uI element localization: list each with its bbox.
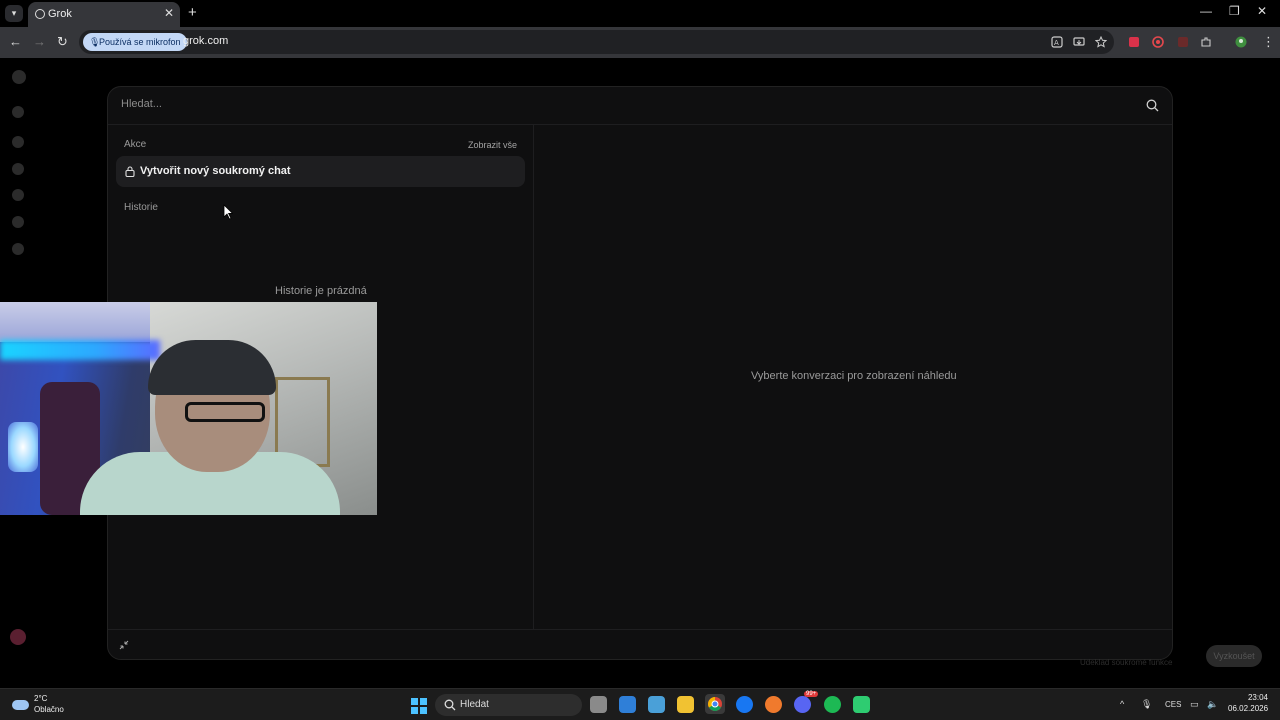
grok-favicon-icon <box>35 9 45 19</box>
new-tab-button[interactable]: + <box>188 4 197 21</box>
grok-logo-icon[interactable] <box>12 70 26 84</box>
user-avatar[interactable] <box>10 629 26 645</box>
new-private-chat-button[interactable]: Vytvořit nový soukromý chat <box>116 156 525 187</box>
file-explorer-icon[interactable] <box>677 696 694 713</box>
actions-heading: Akce <box>124 139 147 150</box>
forward-button[interactable]: → <box>33 34 46 49</box>
tray-microphone-icon[interactable]: 🎙 <box>1141 699 1152 710</box>
collapse-icon[interactable] <box>119 640 129 650</box>
preview-placeholder: Vyberte konverzaci pro zobrazení náhledu <box>751 370 957 382</box>
history-heading: Historie <box>124 202 158 213</box>
volume-icon[interactable]: 🔈 <box>1207 699 1218 710</box>
extension-red-icon[interactable] <box>1128 36 1140 48</box>
green-app-icon[interactable] <box>853 696 870 713</box>
weather-temperature: 2°C <box>34 694 48 703</box>
system-clock[interactable]: 23:04 06.02.2026 <box>1228 693 1268 713</box>
discord-notification-badge: 99+ <box>804 691 819 697</box>
orange-app-icon[interactable] <box>765 696 782 713</box>
taskbar-search[interactable]: Hledat <box>435 694 582 716</box>
browser-menu-icon[interactable]: ⋮ <box>1262 34 1275 50</box>
show-all-link[interactable]: Zobrazit vše <box>468 140 517 150</box>
spotify-app-icon[interactable] <box>824 696 841 713</box>
clock-date: 06.02.2026 <box>1228 704 1269 713</box>
browser-tab[interactable]: Grok ✕ <box>28 2 180 27</box>
chrome-app-button[interactable] <box>705 694 725 714</box>
photos-app-icon[interactable] <box>619 696 636 713</box>
sidebar-imagine-icon[interactable] <box>12 189 24 201</box>
extension-counter-icon[interactable] <box>1177 36 1189 48</box>
background-toast-text: Udeklad soukromé funkce <box>1080 658 1173 667</box>
start-button[interactable] <box>411 698 427 714</box>
taskbar-search-label: Hledat <box>460 699 489 710</box>
cloud-icon <box>12 700 29 710</box>
mic-in-use-chip[interactable]: 🎙 Používá se mikrofon <box>83 33 187 51</box>
close-window-button[interactable]: ✕ <box>1257 4 1267 18</box>
lock-icon <box>125 166 135 177</box>
tab-search-button[interactable]: ▾ <box>5 5 23 22</box>
tray-overflow-icon[interactable]: ^ <box>1120 699 1124 709</box>
windows-logo-icon <box>411 698 418 705</box>
address-bar[interactable]: 🎙 Používá se mikrofon grok.com <box>79 30 1114 54</box>
palette-footer <box>108 629 1172 659</box>
sidebar-projects-icon[interactable] <box>12 216 24 228</box>
webcam-overlay <box>0 302 377 515</box>
reload-button[interactable]: ↻ <box>57 34 68 50</box>
tab-close-icon[interactable]: ✕ <box>164 6 174 20</box>
network-icon[interactable]: ▭ <box>1190 699 1199 710</box>
sidebar-history-icon[interactable] <box>12 243 24 255</box>
sidebar-voice-icon[interactable] <box>12 163 24 175</box>
browser-toolbar: ← → ↻ 🎙 Používá se mikrofon grok.com A ⋮ <box>0 27 1280 58</box>
sidebar-search-icon[interactable] <box>12 106 24 118</box>
palette-search-row <box>108 87 1172 125</box>
browser-tab-strip: ▾ Grok ✕ + — ❐ ✕ <box>0 0 1280 27</box>
clock-time: 23:04 <box>1247 693 1268 702</box>
facebook-app-icon[interactable] <box>736 696 753 713</box>
microphone-icon: 🎙 <box>89 37 101 47</box>
tab-title: Grok <box>48 8 72 20</box>
url-text: grok.com <box>183 35 229 47</box>
webcam-led-strip <box>0 340 160 360</box>
sidebar-chat-icon[interactable] <box>12 136 24 148</box>
extension-spiral-icon[interactable] <box>1152 36 1164 48</box>
new-private-chat-label: Vytvořit nový soukromý chat <box>140 165 291 177</box>
taskbar-search-icon <box>444 699 456 711</box>
windows-taskbar: 2°C Oblačno Hledat 99+ ^ 🎙 CES ▭ 🔈 23:04… <box>0 688 1280 720</box>
weather-condition: Oblačno <box>34 705 64 714</box>
back-button[interactable]: ← <box>9 34 22 49</box>
svg-text:A: A <box>1054 39 1059 47</box>
snipping-tool-icon[interactable] <box>648 696 665 713</box>
palette-search-input[interactable] <box>121 98 1131 110</box>
webcam-window <box>0 302 150 342</box>
language-indicator[interactable]: CES <box>1165 700 1181 709</box>
extensions-puzzle-icon[interactable] <box>1200 36 1212 48</box>
minimize-window-button[interactable]: — <box>1200 4 1212 18</box>
restore-window-button[interactable]: ❐ <box>1229 4 1240 18</box>
translate-icon[interactable]: A <box>1051 36 1063 48</box>
webcam-lamp <box>8 422 38 472</box>
install-app-icon[interactable] <box>1073 36 1085 48</box>
mouse-cursor-icon <box>223 204 233 220</box>
chrome-icon <box>708 697 722 711</box>
profile-avatar-icon[interactable] <box>1235 36 1247 48</box>
search-icon[interactable] <box>1146 99 1159 112</box>
webcam-person-glasses <box>185 402 265 422</box>
palette-preview-pane: Vyberte konverzaci pro zobrazení náhledu <box>534 125 1172 629</box>
background-toast-button[interactable]: Vyzkoušet <box>1206 645 1262 667</box>
task-view-icon[interactable] <box>590 696 607 713</box>
discord-app-icon[interactable]: 99+ <box>794 691 819 713</box>
mic-chip-label: Používá se mikrofon <box>99 37 181 47</box>
history-empty-message: Historie je prázdná <box>275 285 367 297</box>
bookmark-star-icon[interactable] <box>1095 36 1107 48</box>
